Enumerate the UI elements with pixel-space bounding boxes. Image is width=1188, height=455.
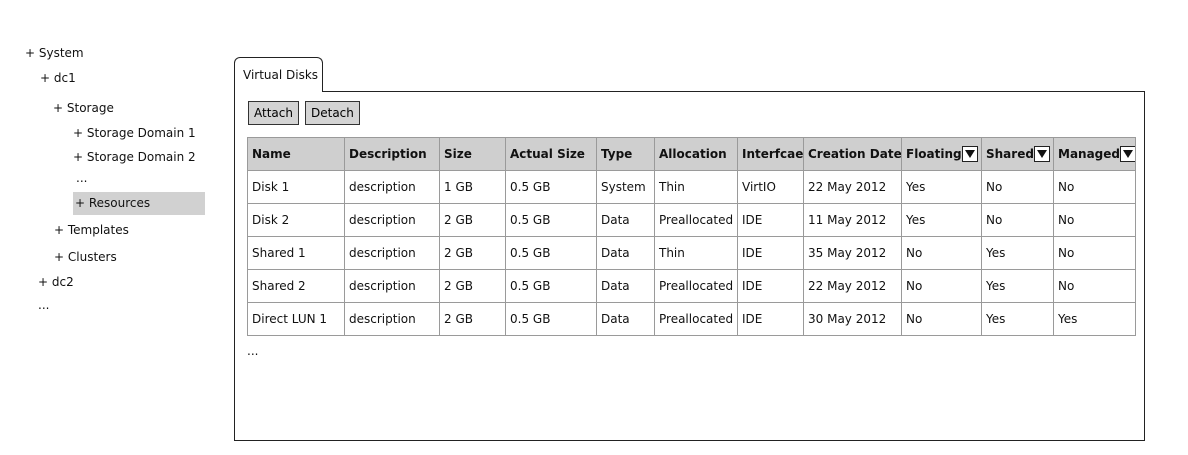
tree-item-dc2[interactable]: + dc2 [38,274,74,290]
cell-floating: No [901,269,982,303]
cell-shared: Yes [981,302,1054,336]
column-header-interface[interactable]: Interfcae [737,137,804,171]
cell-actual-size: 0.5 GB [505,302,597,336]
cell-managed: No [1053,236,1136,270]
cell-creation-date: 22 May 2012 [803,269,902,303]
cell-floating: Yes [901,170,982,204]
cell-description: description [344,302,440,336]
tree-item-storage-domain-1[interactable]: + Storage Domain 1 [73,125,196,141]
cell-managed: Yes [1053,302,1136,336]
virtual-disks-table: Name Description Size Actual Size Type A… [247,137,1136,336]
cell-actual-size: 0.5 GB [505,170,597,204]
cell-shared: No [981,203,1054,237]
tab-label: Virtual Disks [243,68,319,82]
cell-description: description [344,269,440,303]
cell-name: Shared 1 [247,236,345,270]
cell-interface: IDE [737,203,804,237]
cell-type: Data [596,302,655,336]
tree-item-more-dc: ... [38,298,50,312]
detach-button[interactable]: Detach [305,101,360,125]
cell-name: Shared 2 [247,269,345,303]
column-header-floating: Floating [901,137,982,171]
app-root: + System + dc1 + Storage + Storage Domai… [0,0,1188,455]
floating-filter-dropdown-icon[interactable] [961,146,978,162]
cell-name: Direct LUN 1 [247,302,345,336]
cell-floating: No [901,236,982,270]
managed-header-wrap: Managed [1058,146,1135,162]
cell-description: description [344,170,440,204]
column-header-actual-size[interactable]: Actual Size [505,137,597,171]
tree-item-resources[interactable]: + Resources [73,192,205,215]
tab-virtual-disks[interactable]: Virtual Disks [234,57,323,92]
cell-actual-size: 0.5 GB [505,269,597,303]
column-header-shared: Shared [981,137,1054,171]
table-row[interactable]: Direct LUN 1 description 2 GB 0.5 GB Dat… [247,302,1136,336]
tree-item-more-storage: ... [76,171,88,185]
cell-creation-date: 35 May 2012 [803,236,902,270]
cell-shared: Yes [981,236,1054,270]
cell-allocation: Thin [654,236,738,270]
cell-name: Disk 1 [247,170,345,204]
floating-header-label: Floating [906,147,962,161]
column-header-creation-date[interactable]: Creation Date [803,137,902,171]
managed-header-label: Managed [1058,147,1120,161]
cell-allocation: Preallocated [654,269,738,303]
tree-item-dc1[interactable]: + dc1 [40,70,76,86]
column-header-name[interactable]: Name [247,137,345,171]
cell-description: description [344,203,440,237]
cell-creation-date: 30 May 2012 [803,302,902,336]
tree-item-clusters[interactable]: + Clusters [54,249,117,265]
cell-creation-date: 11 May 2012 [803,203,902,237]
attach-button[interactable]: Attach [248,101,299,125]
column-header-type[interactable]: Type [596,137,655,171]
cell-type: Data [596,236,655,270]
cell-floating: No [901,302,982,336]
cell-size: 2 GB [439,269,506,303]
cell-actual-size: 0.5 GB [505,236,597,270]
cell-managed: No [1053,170,1136,204]
cell-allocation: Thin [654,170,738,204]
cell-size: 2 GB [439,302,506,336]
cell-allocation: Preallocated [654,203,738,237]
cell-shared: Yes [981,269,1054,303]
tree-item-system[interactable]: + System [25,45,84,61]
cell-floating: Yes [901,203,982,237]
column-header-managed: Managed [1053,137,1136,171]
shared-header-label: Shared [986,147,1034,161]
column-header-size[interactable]: Size [439,137,506,171]
floating-header-wrap: Floating [906,146,978,162]
more-rows-indicator: ... [247,344,259,358]
cell-type: Data [596,203,655,237]
shared-filter-dropdown-icon[interactable] [1033,146,1050,162]
cell-interface: VirtIO [737,170,804,204]
cell-size: 1 GB [439,170,506,204]
table-row[interactable]: Disk 2 description 2 GB 0.5 GB Data Prea… [247,203,1136,237]
column-header-allocation[interactable]: Allocation [654,137,738,171]
column-header-description[interactable]: Description [344,137,440,171]
cell-interface: IDE [737,236,804,270]
cell-managed: No [1053,269,1136,303]
managed-filter-dropdown-icon[interactable] [1120,146,1135,162]
tree-item-storage-domain-2[interactable]: + Storage Domain 2 [73,149,196,165]
tree-item-templates[interactable]: + Templates [54,222,129,238]
cell-size: 2 GB [439,236,506,270]
table-row[interactable]: Shared 1 description 2 GB 0.5 GB Data Th… [247,236,1136,270]
cell-allocation: Preallocated [654,302,738,336]
cell-type: System [596,170,655,204]
cell-interface: IDE [737,302,804,336]
cell-actual-size: 0.5 GB [505,203,597,237]
table-row[interactable]: Shared 2 description 2 GB 0.5 GB Data Pr… [247,269,1136,303]
cell-type: Data [596,269,655,303]
cell-description: description [344,236,440,270]
cell-name: Disk 2 [247,203,345,237]
cell-shared: No [981,170,1054,204]
cell-interface: IDE [737,269,804,303]
tree-item-storage[interactable]: + Storage [53,100,114,116]
shared-header-wrap: Shared [986,146,1050,162]
table-header-row: Name Description Size Actual Size Type A… [247,137,1136,171]
cell-managed: No [1053,203,1136,237]
table-row[interactable]: Disk 1 description 1 GB 0.5 GB System Th… [247,170,1136,204]
cell-size: 2 GB [439,203,506,237]
cell-creation-date: 22 May 2012 [803,170,902,204]
